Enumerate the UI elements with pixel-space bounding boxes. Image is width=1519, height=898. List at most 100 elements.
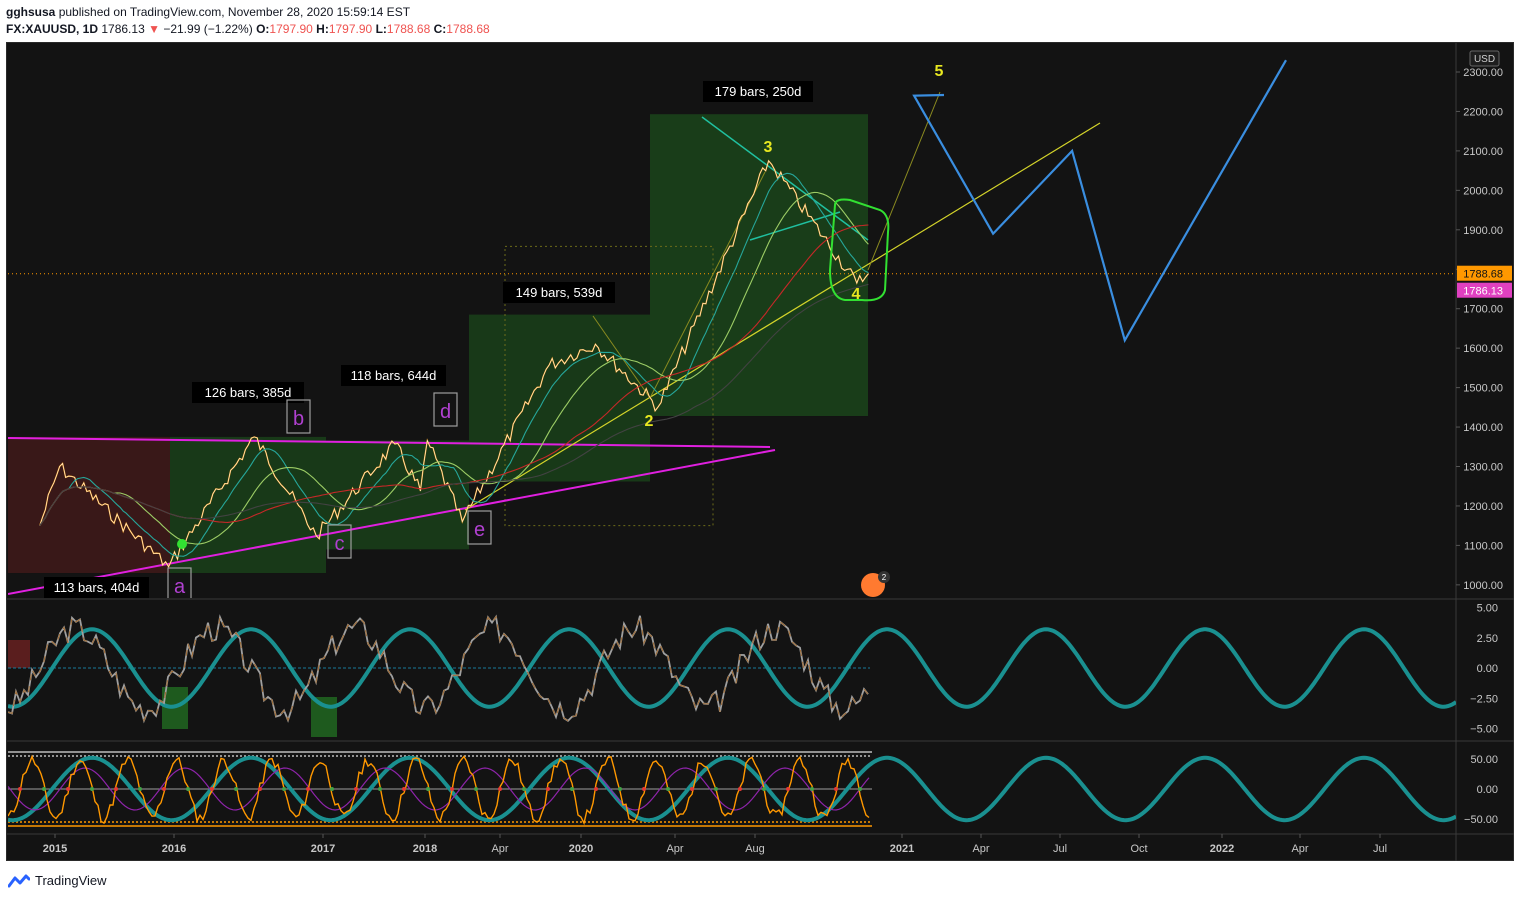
brand[interactable]: TradingView — [8, 873, 107, 888]
time-tick-label: Apr — [972, 843, 989, 855]
cross-dot — [714, 787, 718, 791]
osc-highlight — [311, 697, 337, 737]
cross-dot — [594, 787, 598, 791]
price-tick-label: 1600.00 — [1463, 343, 1503, 355]
cross-dot — [834, 787, 838, 791]
price-tick-label: 2200.00 — [1463, 106, 1503, 118]
osc1-tick-label: −5.00 — [1470, 724, 1498, 736]
time-tick-label: 2022 — [1210, 843, 1234, 855]
oscillator-pane-2 — [8, 751, 1456, 827]
price-tick-label: 2100.00 — [1463, 146, 1503, 158]
range-box — [170, 436, 326, 574]
footer: TradingView — [0, 862, 1519, 898]
time-tick-label: 2015 — [43, 843, 67, 855]
price-tick-label: 1200.00 — [1463, 501, 1503, 513]
cross-dot — [42, 787, 46, 791]
cross-dot — [354, 787, 358, 791]
time-tick-label: 2016 — [162, 843, 186, 855]
cross-dot — [858, 787, 862, 791]
time-tick-label: 2020 — [569, 843, 593, 855]
currency-label: USD — [1474, 54, 1495, 65]
time-tick-label: Apr — [666, 843, 683, 855]
cross-dot — [282, 787, 286, 791]
impulse-label: 2 — [645, 413, 654, 430]
cross-dot — [330, 787, 334, 791]
osc1-tick-label: 5.00 — [1477, 603, 1498, 615]
time-tick-label: 2021 — [890, 843, 914, 855]
box-label: 149 bars, 539d — [516, 285, 603, 300]
time-tick-label: Apr — [491, 843, 508, 855]
cross-dot — [762, 787, 766, 791]
wave-label: e — [474, 519, 485, 541]
last-price-tag-text: 1786.13 — [1463, 286, 1503, 298]
cross-dot — [690, 787, 694, 791]
news-count: 2 — [882, 573, 887, 582]
osc1-tick-label: 2.50 — [1477, 633, 1498, 645]
wave-label: a — [174, 576, 186, 598]
time-tick-label: Jul — [1373, 843, 1387, 855]
wave-label: c — [335, 533, 345, 555]
price-tick-label: 1700.00 — [1463, 304, 1503, 316]
tradingview-logo-icon — [8, 874, 30, 887]
cross-dot — [378, 787, 382, 791]
price-tick-label: 1500.00 — [1463, 383, 1503, 395]
cross-dot — [306, 787, 310, 791]
cross-dot — [666, 787, 670, 791]
cross-dot — [18, 787, 22, 791]
price-tick-label: 2000.00 — [1463, 185, 1503, 197]
osc2-tick-label: −50.00 — [1464, 814, 1498, 826]
cross-dot — [738, 787, 742, 791]
box-label: 126 bars, 385d — [205, 385, 292, 400]
price-tick-label: 1100.00 — [1464, 540, 1503, 552]
cross-dot — [186, 787, 190, 791]
time-tick-label: Aug — [745, 843, 765, 855]
cross-dot — [522, 787, 526, 791]
price-tick-label: 1900.00 — [1463, 225, 1503, 237]
brand-name: TradingView — [35, 873, 107, 888]
wave-label: b — [293, 408, 304, 430]
box-label: 113 bars, 404d — [54, 580, 140, 595]
osc1-tick-label: 0.00 — [1477, 663, 1498, 675]
cross-dot — [618, 787, 622, 791]
box-label: 118 bars, 644d — [351, 368, 437, 383]
oscillator-pane-1 — [8, 614, 1456, 737]
cross-dot — [546, 787, 550, 791]
cross-dot — [810, 787, 814, 791]
cross-dot — [66, 787, 70, 791]
wave-label: d — [440, 401, 451, 423]
price-pane — [8, 59, 1456, 598]
range-box — [326, 440, 469, 550]
cross-dot — [234, 787, 238, 791]
projection-path — [912, 59, 1287, 344]
cross-dot — [138, 787, 142, 791]
osc2-tick-label: 0.00 — [1477, 784, 1498, 796]
cross-dot — [162, 787, 166, 791]
time-tick-label: 2018 — [413, 843, 437, 855]
cross-dot — [426, 787, 430, 791]
cross-dot — [786, 787, 790, 791]
cross-dot — [402, 787, 406, 791]
cross-dot — [210, 787, 214, 791]
impulse-label: 4 — [852, 286, 861, 303]
impulse-label: 5 — [935, 63, 944, 80]
wave5-line — [867, 91, 941, 271]
box-label: 179 bars, 250d — [715, 84, 802, 99]
time-tick-label: Jul — [1053, 843, 1067, 855]
price-tick-label: 1400.00 — [1463, 422, 1503, 434]
osc-highlight — [8, 640, 30, 668]
cross-dot — [642, 787, 646, 791]
price-tick-label: 1300.00 — [1463, 462, 1503, 474]
cross-dot — [570, 787, 574, 791]
cross-dot — [114, 787, 118, 791]
cross-dot — [498, 787, 502, 791]
cross-dot — [450, 787, 454, 791]
price-tick-label: 1000.00 — [1463, 580, 1503, 592]
time-tick-label: Apr — [1291, 843, 1308, 855]
impulse-label: 3 — [764, 139, 773, 156]
osc2-tick-label: 50.00 — [1470, 754, 1498, 766]
cross-dot — [90, 787, 94, 791]
cross-dot — [474, 787, 478, 791]
price-tick-label: 2300.00 — [1463, 67, 1503, 79]
chart-svg[interactable]: 113 bars, 404d 126 bars, 385d 118 bars, 64… — [0, 0, 1519, 898]
osc1-tick-label: −2.50 — [1470, 693, 1498, 705]
